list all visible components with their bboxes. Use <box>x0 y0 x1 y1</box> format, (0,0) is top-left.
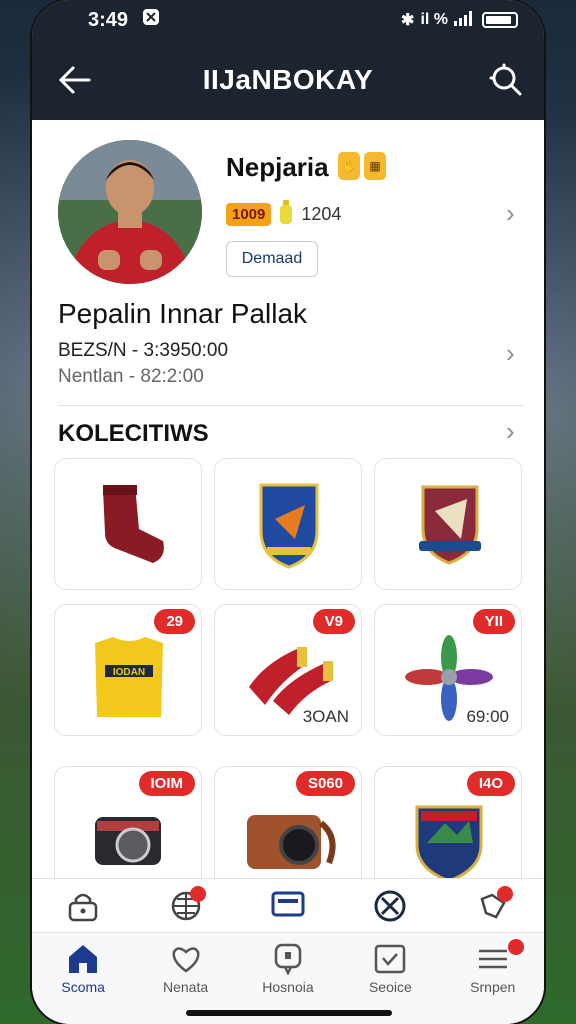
home-icon <box>69 945 98 973</box>
battery-icon <box>482 12 518 28</box>
quick-action-chat[interactable] <box>268 886 308 926</box>
shield-badge-icon <box>259 483 319 569</box>
collection-card-pinwheel[interactable]: YII 69:00 <box>374 604 522 736</box>
tab-label: Nenata <box>163 979 209 995</box>
collection-card-crest[interactable] <box>374 458 522 590</box>
app-header: IIJaNBOKAY <box>32 40 544 120</box>
details-chevron-icon[interactable]: › <box>506 338 515 369</box>
quick-action-lock[interactable] <box>63 886 103 926</box>
price-tag: IOIM <box>138 771 195 796</box>
status-time: 3:49 <box>88 8 129 31</box>
player-photo <box>58 140 202 284</box>
profile-name: Nepjaria <box>226 152 329 182</box>
price-tag: YII <box>472 609 515 634</box>
collection-card-jersey[interactable]: IODAN 29 <box>54 604 202 736</box>
home-indicator <box>186 1010 392 1016</box>
item-count: 1204 <box>301 204 342 224</box>
profile-content: Nepjaria ✋ ▦ 1009 1204 › Demaad Pepalin … <box>32 120 544 898</box>
card-label: 69:00 <box>466 707 509 726</box>
collection-card-gloves[interactable]: V9 3OAN <box>214 604 362 736</box>
price-tag: V9 <box>312 609 355 634</box>
profile-chevron-icon[interactable]: › <box>506 198 515 229</box>
bottle-icon <box>279 200 293 229</box>
divider <box>58 405 524 406</box>
search-button[interactable] <box>488 62 524 98</box>
jersey-text: IODAN <box>113 667 145 678</box>
meta-line-2: Nentlan - 82:2:00 <box>58 366 204 387</box>
back-arrow-icon <box>58 66 91 94</box>
app-title: IIJaNBOKAY <box>202 64 374 95</box>
status-bar: 3:49 ✱ il % <box>32 0 544 40</box>
stats-row: 1009 1204 <box>226 200 341 229</box>
meta-line-1: BEZS/N - 3:3950:00 <box>58 340 229 361</box>
lock-icon <box>68 893 98 922</box>
checkbox-icon <box>375 944 406 974</box>
tools-icon <box>374 890 406 922</box>
notification-dot <box>189 886 206 902</box>
chat-bubble-icon <box>274 943 302 975</box>
player-title: Pepalin Innar Pallak <box>58 298 308 329</box>
quick-action-globe[interactable] <box>166 886 206 926</box>
price-tag: 29 <box>154 609 195 634</box>
menu-icon <box>478 949 507 969</box>
back-button[interactable] <box>56 62 92 98</box>
bluetooth-icon: ✱ <box>401 12 415 29</box>
tab-label: Hosnoia <box>262 979 314 995</box>
collections-title: KOLECITIWS <box>58 420 209 447</box>
price-tag: S060 <box>295 771 355 796</box>
phone-frame: 3:49 ✱ il % IIJaNBOKAY Nepjaria ✋ ▦ 1009… <box>32 0 544 1024</box>
card-label: 3OAN <box>302 707 349 726</box>
tab-menu[interactable]: Srnpen <box>448 933 538 1024</box>
quick-action-share[interactable] <box>473 886 513 926</box>
search-icon <box>489 63 522 96</box>
message-icon <box>271 891 305 917</box>
club-crest-icon <box>419 485 481 565</box>
avatar[interactable] <box>58 140 202 284</box>
signal-bars-icon <box>454 10 476 31</box>
quick-action-tools[interactable] <box>370 886 410 926</box>
collections-chevron-icon[interactable]: › <box>506 416 515 447</box>
quick-actions <box>32 878 544 933</box>
collection-card-shield[interactable] <box>214 458 362 590</box>
demand-button[interactable]: Demaad <box>226 241 318 277</box>
signal-text: il % <box>420 11 448 28</box>
heart-icon <box>172 947 200 973</box>
medal-badge-icon: ▦ <box>364 152 386 180</box>
collection-card-sock[interactable] <box>54 458 202 590</box>
notification-dot <box>507 939 524 955</box>
price-tag: I4O <box>466 771 515 796</box>
notification-icon <box>142 8 160 32</box>
notification-dot <box>496 886 513 902</box>
tab-label: Srnpen <box>470 979 516 995</box>
coins-badge: 1009 <box>226 203 272 226</box>
thumb-badge-icon: ✋ <box>338 152 360 180</box>
tab-label: Scoma <box>61 979 105 995</box>
tab-label: Seoice <box>368 979 412 995</box>
tab-home[interactable]: Scoma <box>38 933 128 1024</box>
name-badges: ✋ ▦ <box>338 152 386 180</box>
sock-icon <box>103 485 164 563</box>
